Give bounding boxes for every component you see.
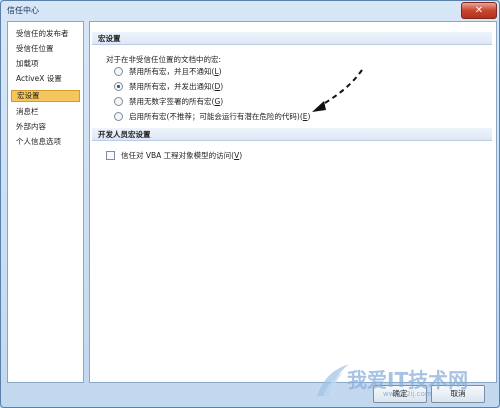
- macro-settings-header: 宏设置: [92, 32, 492, 45]
- radio-disable-unsigned[interactable]: 禁用无数字签署的所有宏(G): [114, 96, 223, 107]
- radio-disable-no-notify[interactable]: 禁用所有宏，并且不通知(L): [114, 66, 222, 77]
- option-label-end: ): [218, 67, 222, 76]
- sidebar-item-label: ActiveX 设置: [16, 74, 62, 83]
- macro-intro-text: 对于在非受信任位置的文档中的宏:: [106, 55, 222, 64]
- radio-disable-with-notify[interactable]: 禁用所有宏，并发出通知(D): [114, 81, 223, 92]
- title-bar: 信任中心 ✕: [1, 1, 499, 19]
- sidebar-item-label: 宏设置: [17, 91, 40, 100]
- sidebar-item-label: 加载项: [16, 59, 39, 68]
- sidebar-item-label: 个人信息选项: [16, 137, 61, 146]
- sidebar-item-external-content[interactable]: 外部内容: [11, 121, 80, 133]
- sidebar-item-add-ins[interactable]: 加载项: [11, 58, 80, 70]
- sidebar: 受信任的发布者 受信任位置 加载项 ActiveX 设置 宏设置 消息栏 外部内…: [7, 21, 84, 383]
- close-icon: ✕: [474, 5, 484, 16]
- vba-trust-label: 信任对 VBA 工程对象模型的访问(: [121, 151, 235, 160]
- vba-trust-checkbox[interactable]: [106, 151, 115, 160]
- dashed-arrow-annotation: [312, 69, 363, 112]
- watermark-text: 我爱IT技术网: [347, 368, 469, 392]
- sidebar-item-activex[interactable]: ActiveX 设置: [11, 73, 80, 85]
- developer-macro-header: 开发人员宏设置: [92, 128, 492, 141]
- watermark: 我爱IT技术网 www.52ij.com: [317, 356, 481, 404]
- window-title: 信任中心: [7, 6, 39, 15]
- sidebar-item-label: 受信任位置: [16, 44, 54, 53]
- option-label: 禁用无数字签署的所有宏(: [129, 97, 215, 106]
- sidebar-item-label: 外部内容: [16, 122, 46, 131]
- option-label: 禁用所有宏，并发出通知(: [129, 82, 215, 91]
- vba-trust-checkbox-row[interactable]: 信任对 VBA 工程对象模型的访问(V): [106, 150, 242, 161]
- sidebar-item-trusted-publishers[interactable]: 受信任的发布者: [11, 28, 80, 40]
- vba-trust-label-end: ): [239, 151, 243, 160]
- watermark-url: www.52ij.com: [383, 390, 432, 398]
- sidebar-item-trusted-locations[interactable]: 受信任位置: [11, 43, 80, 55]
- radio-enable-all[interactable]: 启用所有宏(不推荐；可能会运行有潜在危险的代码)(E): [114, 111, 310, 122]
- option-label: 禁用所有宏，并且不通知(: [129, 67, 215, 76]
- option-label-end: ): [220, 82, 224, 91]
- sidebar-item-label: 受信任的发布者: [16, 29, 69, 38]
- radio-button[interactable]: [114, 67, 123, 76]
- option-label: 启用所有宏(不推荐；可能会运行有潜在危险的代码)(: [129, 112, 303, 121]
- radio-button[interactable]: [114, 112, 123, 121]
- trust-center-dialog: 信任中心 ✕ 受信任的发布者 受信任位置 加载项 ActiveX 设置 宏设置 …: [0, 0, 500, 408]
- radio-button-selected[interactable]: [114, 82, 123, 91]
- sidebar-item-macro-settings[interactable]: 宏设置: [11, 90, 80, 102]
- sidebar-item-message-bar[interactable]: 消息栏: [11, 106, 80, 118]
- content-panel: 宏设置 对于在非受信任位置的文档中的宏: 禁用所有宏，并且不通知(L) 禁用所有…: [89, 21, 497, 383]
- sidebar-item-label: 消息栏: [16, 107, 39, 116]
- radio-button[interactable]: [114, 97, 123, 106]
- sidebar-item-privacy-options[interactable]: 个人信息选项: [11, 136, 80, 148]
- option-label-end: ): [220, 97, 224, 106]
- close-button[interactable]: ✕: [461, 2, 497, 19]
